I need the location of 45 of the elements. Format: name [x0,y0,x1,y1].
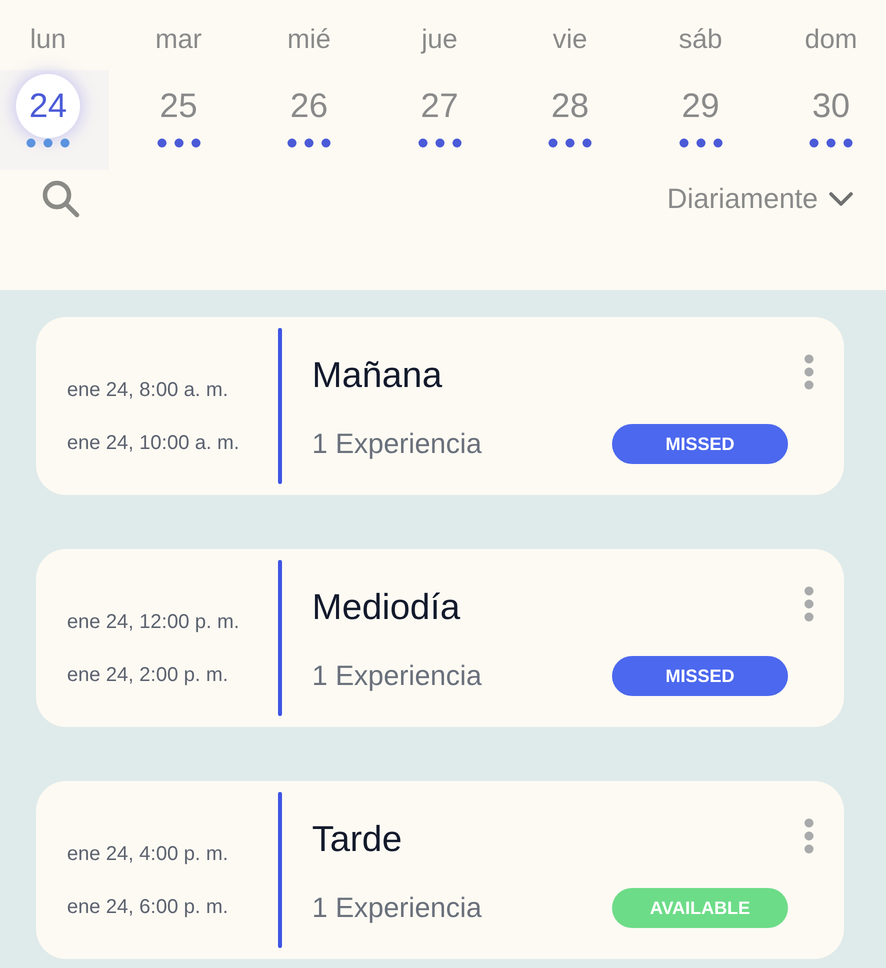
event-dots-icon [809,138,853,148]
weekday-label: sáb [678,23,722,56]
event-dots-icon [418,138,462,148]
event-dots-icon [287,138,331,148]
more-options-icon[interactable] [804,354,814,390]
event-dots-icon [678,138,722,148]
date-tab[interactable]: 27 [392,70,488,170]
weekday-label: mié [287,23,331,56]
weekday-label: vie [552,23,588,56]
event-dots-icon [548,138,592,148]
session-title: Tarde [312,818,402,860]
start-time: ene 24, 8:00 a. m. [67,379,230,402]
experience-count: 1 Experiencia [312,892,482,924]
session-card[interactable]: ene 24, 4:00 p. m. ene 24, 6:00 p. m. Tarde 1 Experiencia AVAILABLE [36,781,844,959]
end-time: ene 24, 10:00 a. m. [67,432,240,455]
date-tab[interactable]: 26 [261,70,357,170]
date-tab[interactable]: 24 [0,70,109,170]
chevron-down-icon [828,191,854,207]
status-badge: MISSED [612,656,788,696]
weekday-label: mar [155,23,202,56]
more-options-icon[interactable] [804,586,814,622]
date-tab[interactable]: 29 [652,70,748,170]
status-badge: AVAILABLE [612,888,788,928]
experience-count: 1 Experiencia [312,428,482,460]
experience-count: 1 Experiencia [312,660,482,692]
search-icon[interactable] [40,178,82,220]
date-tab[interactable]: 30 [783,70,879,170]
event-dots-icon [156,138,200,148]
session-title: Mañana [312,354,442,396]
session-card[interactable]: ene 24, 12:00 p. m. ene 24, 2:00 p. m. Mediodía 1 Experiencia MISSED [36,549,844,727]
frequency-dropdown[interactable]: Diariamente [667,183,854,215]
weekday-label: lun [30,23,66,56]
start-time: ene 24, 12:00 p. m. [67,611,240,634]
end-time: ene 24, 2:00 p. m. [67,664,230,687]
session-title: Mediodía [312,586,460,628]
date-tab[interactable]: 28 [522,70,618,170]
weekday-label: dom [804,23,858,56]
start-time: ene 24, 4:00 p. m. [67,843,230,866]
session-card[interactable]: ene 24, 8:00 a. m. ene 24, 10:00 a. m. Mañana 1 Experiencia MISSED [36,317,844,495]
status-badge: MISSED [612,424,788,464]
end-time: ene 24, 6:00 p. m. [67,896,230,919]
more-options-icon[interactable] [804,818,814,854]
event-dots-icon [26,138,70,148]
weekday-label: jue [421,23,458,56]
date-tab[interactable]: 25 [130,70,226,170]
